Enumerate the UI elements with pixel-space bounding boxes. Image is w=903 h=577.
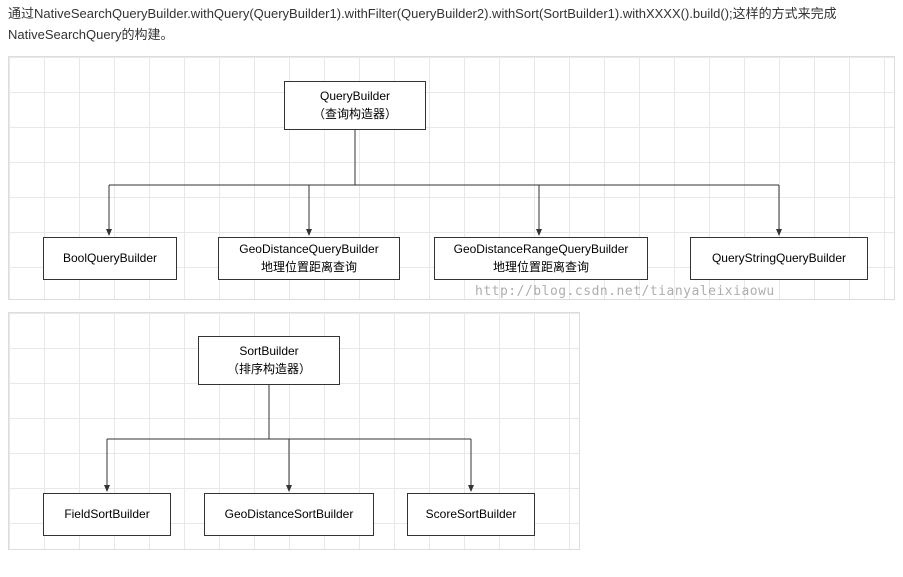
sortbuilder-diagram: SortBuilder （排序构造器） FieldSortBuilder Geo… xyxy=(8,312,580,550)
intro-line1: 通过NativeSearchQueryBuilder.withQuery(Que… xyxy=(8,6,837,21)
query-child-1-title: BoolQueryBuilder xyxy=(63,249,157,267)
sort-child-3-title: ScoreSortBuilder xyxy=(426,505,517,523)
query-child-3: GeoDistanceRangeQueryBuilder 地理位置距离查询 xyxy=(434,237,648,280)
query-child-2-subtitle: 地理位置距离查询 xyxy=(261,258,357,276)
sort-root-node: SortBuilder （排序构造器） xyxy=(198,336,340,385)
query-child-3-title: GeoDistanceRangeQueryBuilder xyxy=(454,240,629,258)
sort-child-2-title: GeoDistanceSortBuilder xyxy=(225,505,354,523)
sort-child-3: ScoreSortBuilder xyxy=(407,493,535,536)
query-child-4: QueryStringQueryBuilder xyxy=(690,237,868,280)
sort-root-subtitle: （排序构造器） xyxy=(227,360,311,378)
query-root-subtitle: （查询构造器） xyxy=(313,105,397,123)
query-child-2-title: GeoDistanceQueryBuilder xyxy=(239,240,378,258)
sort-root-title: SortBuilder xyxy=(239,342,298,360)
watermark-text: http://blog.csdn.net/tianyaleixiaowu xyxy=(475,284,775,299)
querybuilder-diagram: QueryBuilder （查询构造器） BoolQueryBuilder Ge… xyxy=(8,56,895,300)
sort-child-1: FieldSortBuilder xyxy=(43,493,171,536)
query-child-4-title: QueryStringQueryBuilder xyxy=(712,249,846,267)
query-root-title: QueryBuilder xyxy=(320,87,390,105)
query-child-3-subtitle: 地理位置距离查询 xyxy=(493,258,589,276)
sort-child-1-title: FieldSortBuilder xyxy=(64,505,149,523)
query-root-node: QueryBuilder （查询构造器） xyxy=(284,81,426,130)
intro-line2: NativeSearchQuery的构建。 xyxy=(8,27,173,42)
intro-paragraph: 通过NativeSearchQueryBuilder.withQuery(Que… xyxy=(0,0,903,56)
sort-child-2: GeoDistanceSortBuilder xyxy=(204,493,374,536)
query-child-1: BoolQueryBuilder xyxy=(43,237,177,280)
query-child-2: GeoDistanceQueryBuilder 地理位置距离查询 xyxy=(218,237,400,280)
